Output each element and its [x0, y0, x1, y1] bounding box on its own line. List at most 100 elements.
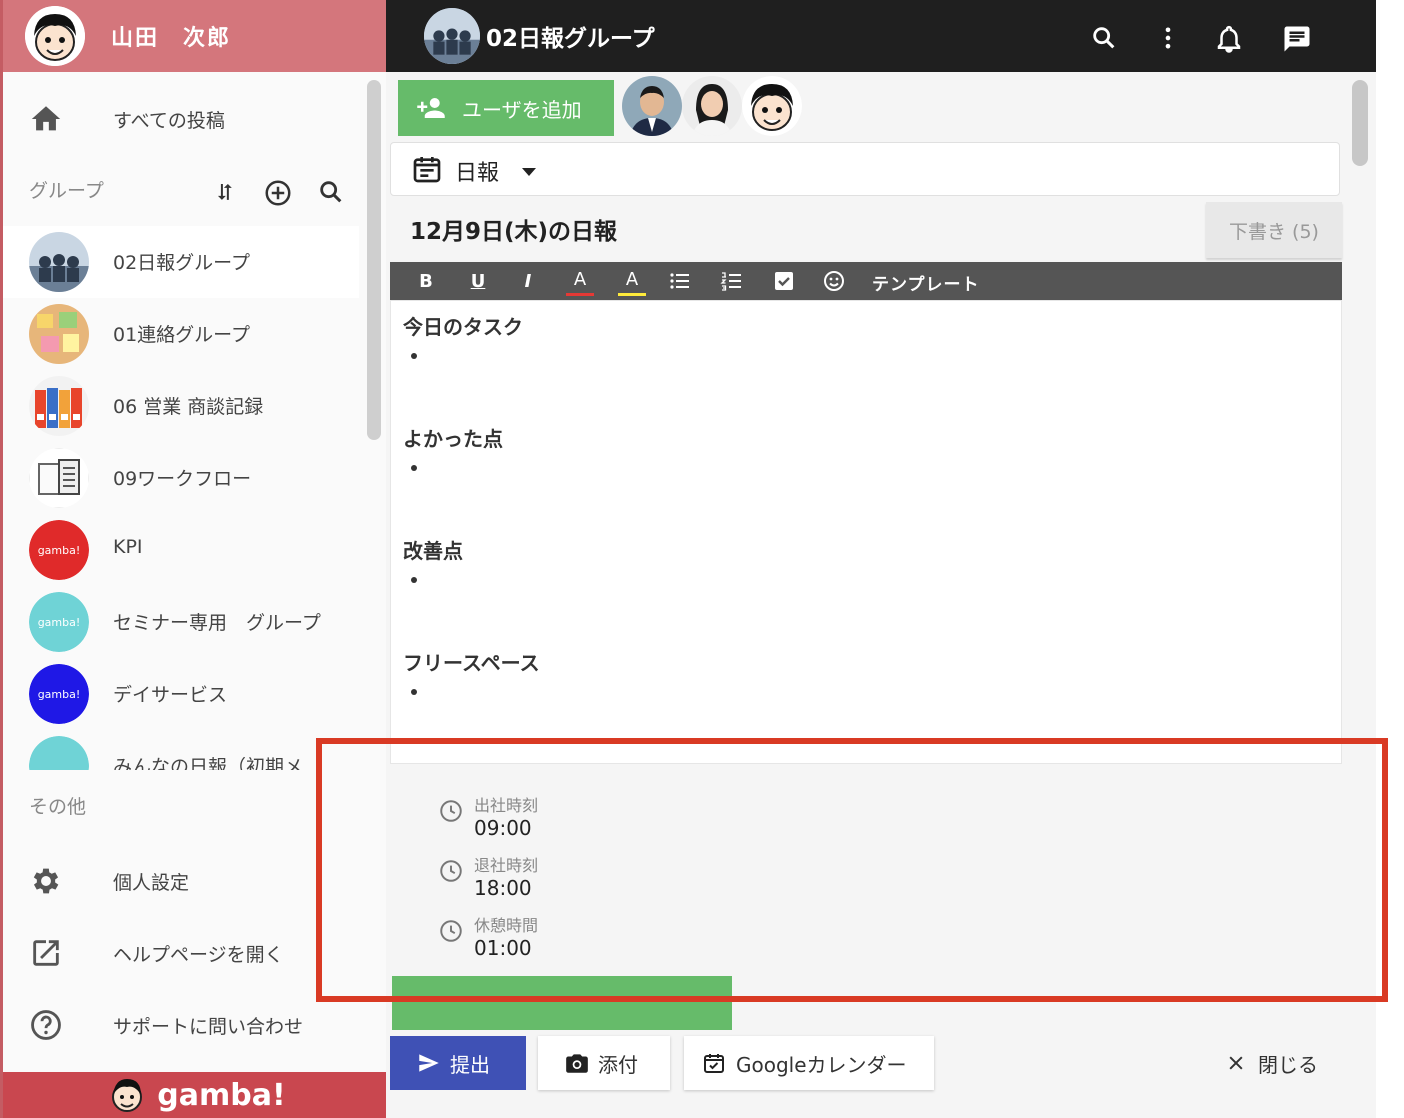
group-label: KPI: [113, 536, 143, 558]
send-icon: [419, 1054, 439, 1072]
search-group-icon[interactable]: [317, 178, 345, 206]
highlight-color-button[interactable]: A: [618, 266, 646, 296]
group-notes-icon: [29, 304, 89, 364]
report-type-select[interactable]: 日報: [390, 142, 1340, 196]
calendar-icon: [413, 157, 441, 183]
close-icon: [1229, 1056, 1243, 1070]
google-calendar-button[interactable]: Googleカレンダー: [684, 1036, 934, 1090]
editor-content[interactable]: 今日のタスク よかった点 改善点 フリースペース: [390, 300, 1342, 764]
clock-icon: [440, 860, 462, 882]
app-window: 山田 次郎 すべての投稿 グループ 02日報グループ 01連絡グループ 06 営…: [0, 0, 1404, 1118]
add-reader-button[interactable]: [392, 976, 732, 1030]
member-avatar[interactable]: [742, 76, 802, 136]
underline-button[interactable]: U: [466, 262, 490, 300]
group-item-01[interactable]: 01連絡グループ: [3, 298, 359, 370]
group-label: みんなの日報（初期メ: [113, 756, 304, 770]
home-icon: [31, 106, 61, 131]
group-label: 06 営業 商談記録: [113, 396, 264, 418]
nav-help-page-label: ヘルプページを開く: [113, 944, 284, 966]
break-time-value: 01:00: [474, 936, 532, 960]
group-label: 02日報グループ: [113, 252, 251, 274]
add-group-icon[interactable]: [263, 178, 293, 208]
brand-footer[interactable]: gamba!: [3, 1072, 386, 1118]
member-avatar[interactable]: [682, 76, 742, 136]
nav-support[interactable]: サポートに問い合わせ: [3, 1000, 359, 1050]
group-item-dayservice[interactable]: gamba! デイサービス: [3, 658, 359, 730]
open-external-icon: [33, 940, 59, 966]
post-editor: ユーザを追加 日報 12月9日(木)の日報 下書き (5) B U I A A: [386, 72, 1376, 1118]
section-heading: フリースペース: [403, 651, 540, 675]
user-header[interactable]: 山田 次郎: [3, 0, 386, 72]
dropdown-arrow-icon: [522, 168, 536, 176]
groups-label: グループ: [29, 180, 104, 202]
sidebar: 山田 次郎 すべての投稿 グループ 02日報グループ 01連絡グループ 06 営…: [0, 0, 386, 1118]
editor-toolbar: B U I A A テンプレート: [390, 262, 1342, 300]
group-label: 01連絡グループ: [113, 324, 251, 346]
attach-button[interactable]: 添付: [538, 1036, 670, 1090]
gear-icon: [33, 868, 59, 894]
bold-button[interactable]: B: [414, 262, 438, 300]
group-list: 02日報グループ 01連絡グループ 06 営業 商談記録 09ワークフロー ga…: [3, 226, 359, 770]
numbered-list-icon[interactable]: [720, 269, 744, 293]
list-bullet: [411, 353, 417, 359]
group-gamba-blue-icon: gamba!: [29, 664, 89, 724]
sort-icon[interactable]: [211, 178, 239, 206]
clock-out-value: 18:00: [474, 876, 532, 900]
group-item-02[interactable]: 02日報グループ: [3, 226, 359, 298]
add-user-label: ユーザを追加: [462, 97, 582, 122]
group-label: セミナー専用 グループ: [113, 612, 321, 634]
group-gamba-red-icon: gamba!: [29, 520, 89, 580]
help-circle-icon: [31, 1010, 61, 1040]
group-item-minna[interactable]: みんなの日報（初期メ: [3, 730, 359, 770]
section-heading: よかった点: [403, 427, 503, 451]
submit-button[interactable]: 提出: [390, 1036, 526, 1090]
bullet-list-icon[interactable]: [668, 269, 692, 293]
svg-text:gamba!: gamba!: [38, 544, 81, 557]
nav-help-page[interactable]: ヘルプページを開く: [3, 928, 359, 978]
clock-in-label: 出社時刻: [474, 796, 539, 815]
window-edge: [1376, 0, 1404, 1118]
close-button[interactable]: 閉じる: [1222, 1036, 1332, 1090]
checkbox-icon[interactable]: [772, 269, 796, 293]
group-item-seminar[interactable]: gamba! セミナー専用 グループ: [3, 586, 359, 658]
italic-button[interactable]: I: [516, 262, 540, 300]
clock-out-label: 退社時刻: [474, 856, 539, 875]
nav-support-label: サポートに問い合わせ: [113, 1016, 304, 1038]
main-scrollbar[interactable]: [1352, 80, 1368, 166]
nav-personal-settings[interactable]: 個人設定: [3, 856, 359, 906]
gamba-mascot-icon: [112, 1079, 143, 1112]
group-label: 09ワークフロー: [113, 468, 252, 490]
section-heading: 今日のタスク: [403, 315, 523, 339]
member-avatar[interactable]: [622, 76, 682, 136]
time-panel: 出社時刻 09:00 退社時刻 18:00 休憩時間 01:00: [386, 770, 1346, 980]
group-item-06[interactable]: 06 営業 商談記録: [3, 370, 359, 442]
list-bullet: [411, 577, 417, 583]
user-name: 山田 次郎: [111, 26, 232, 51]
svg-text:gamba!: gamba!: [38, 688, 81, 701]
group-item-09[interactable]: 09ワークフロー: [3, 442, 359, 514]
group-label: デイサービス: [113, 684, 228, 706]
close-label: 閉じる: [1258, 1052, 1318, 1077]
draft-button[interactable]: 下書き (5): [1206, 202, 1342, 258]
user-avatar: [25, 6, 85, 66]
nav-all-posts[interactable]: すべての投稿: [3, 94, 359, 144]
font-color-button[interactable]: A: [566, 266, 594, 296]
group-item-kpi[interactable]: gamba! KPI: [3, 514, 359, 586]
group-gamba-teal-icon: gamba!: [29, 592, 89, 652]
group-binders-icon: [29, 376, 89, 436]
clock-in-value: 09:00: [474, 816, 532, 840]
message-icon[interactable]: [1282, 24, 1312, 54]
group-photo-icon: [29, 232, 89, 292]
sidebar-scrollbar[interactable]: [367, 80, 381, 440]
add-user-button[interactable]: ユーザを追加: [398, 80, 614, 136]
more-vert-icon[interactable]: [1154, 24, 1182, 52]
calendar-check-icon: [704, 1054, 724, 1073]
group-avatar: [424, 8, 480, 64]
emoji-icon[interactable]: [822, 269, 846, 293]
svg-text:gamba!: gamba!: [38, 616, 81, 629]
camera-icon: [566, 1054, 588, 1073]
list-bullet: [411, 689, 417, 695]
bell-icon[interactable]: [1214, 24, 1244, 54]
search-icon[interactable]: [1090, 24, 1118, 52]
template-button[interactable]: テンプレート: [872, 270, 980, 295]
